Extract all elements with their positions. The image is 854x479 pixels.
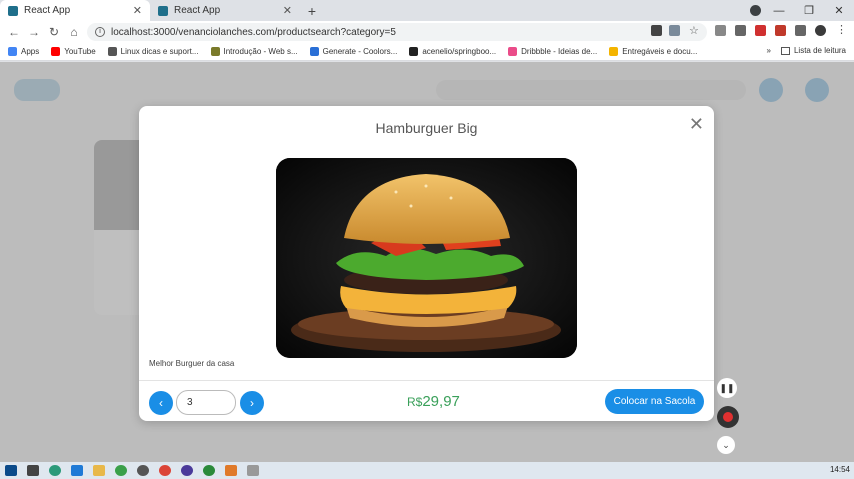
browser-tab-1[interactable]: React App ✕ <box>0 0 150 21</box>
window-controls: — ❐ ✕ <box>764 0 854 21</box>
pause-recording-button[interactable]: ❚❚ <box>717 378 737 398</box>
bookmark-drive[interactable]: Entregáveis e docu... <box>609 47 697 56</box>
back-icon[interactable]: ← <box>4 25 24 39</box>
app-icon[interactable] <box>247 465 259 476</box>
modal-footer: ‹ › R$29,97 Colocar na Sacola <box>139 380 714 421</box>
product-image <box>276 158 577 358</box>
bookmarks-right: » Lista de leitura <box>767 46 846 55</box>
file-explorer-icon[interactable] <box>93 465 105 476</box>
youtube-icon <box>51 47 61 56</box>
settings-icon[interactable] <box>137 465 149 476</box>
price-value: 29,97 <box>422 393 460 410</box>
edge-icon[interactable] <box>49 465 61 476</box>
browser-tab-2[interactable]: React App ✕ <box>150 0 300 21</box>
close-icon[interactable]: ✕ <box>689 114 704 135</box>
tab-title: React App <box>174 5 221 16</box>
more-bookmarks-icon[interactable]: » <box>767 46 771 55</box>
reload-icon[interactable]: ↻ <box>44 25 64 39</box>
drive-icon <box>609 47 619 56</box>
quantity-input[interactable] <box>176 390 236 415</box>
react-favicon-icon <box>158 5 168 16</box>
pause-icon: ❚❚ <box>719 382 735 393</box>
reading-list-link[interactable]: Lista de leitura <box>794 46 846 55</box>
menu-icon[interactable]: ⋮ <box>836 23 847 36</box>
puzzle-icon[interactable] <box>795 25 806 36</box>
minimize-icon[interactable]: — <box>764 5 794 17</box>
extension-icon[interactable] <box>755 25 766 36</box>
system-clock: 14:54 <box>829 465 850 474</box>
tab-title: React App <box>24 5 71 16</box>
reading-list-icon[interactable] <box>780 46 790 55</box>
bookmark-apps[interactable]: Apps <box>8 47 39 56</box>
bookmark-introducao[interactable]: Introdução - Web s... <box>210 47 298 56</box>
restore-icon[interactable]: ❐ <box>794 4 824 17</box>
taskbar: 14:54 <box>0 462 854 479</box>
product-title: Hamburguer Big <box>375 120 478 136</box>
product-modal: Hamburguer Big ✕ Melhor Burguer da casa … <box>139 106 714 421</box>
new-tab-button[interactable]: + <box>302 0 322 21</box>
tab-bar: React App ✕ React App ✕ + — ❐ ✕ <box>0 0 854 21</box>
vscode-icon[interactable] <box>71 465 83 476</box>
app-icon[interactable] <box>225 465 237 476</box>
price-currency: R$ <box>407 395 423 409</box>
decrease-quantity-button[interactable]: ‹ <box>149 391 173 415</box>
coolors-icon <box>309 47 319 56</box>
product-description: Melhor Burguer da casa <box>149 359 235 368</box>
record-icon <box>723 412 733 422</box>
react-favicon-icon <box>8 5 18 16</box>
bookmarks-bar: Apps YouTube Linux dicas e suport... Int… <box>0 43 854 61</box>
bookmark-linux[interactable]: Linux dicas e suport... <box>107 47 199 56</box>
site-info-icon[interactable]: i <box>95 27 105 37</box>
bookmark-star-icon[interactable]: ☆ <box>689 24 700 37</box>
close-tab-icon[interactable]: ✕ <box>133 4 142 17</box>
address-bar[interactable]: i localhost:3000/venanciolanches.com/pro… <box>87 23 707 41</box>
tab-search-icon[interactable] <box>750 5 761 16</box>
extension-icon[interactable] <box>775 25 786 36</box>
app-icon[interactable] <box>203 465 215 476</box>
camera-icon[interactable] <box>651 25 662 36</box>
extension-icon[interactable] <box>715 25 726 36</box>
product-price: R$29,97 <box>407 393 460 410</box>
github-icon <box>409 47 419 56</box>
increase-quantity-button[interactable]: › <box>240 391 264 415</box>
collapse-recorder-button[interactable]: ⌄ <box>717 436 735 454</box>
task-view-icon[interactable] <box>27 465 39 476</box>
stop-recording-button[interactable] <box>717 406 739 428</box>
linux-icon <box>107 47 117 56</box>
bookmark-dribbble[interactable]: Dribbble - Ideias de... <box>508 47 597 56</box>
bookmark-github[interactable]: acenelio/springboo... <box>409 47 496 56</box>
chrome-icon[interactable] <box>159 465 171 476</box>
dribbble-icon <box>508 47 518 56</box>
forward-icon[interactable]: → <box>24 25 44 39</box>
close-window-icon[interactable]: ✕ <box>824 4 854 17</box>
avatar[interactable] <box>815 25 826 36</box>
extension-icon[interactable] <box>735 25 746 36</box>
home-icon[interactable]: ⌂ <box>64 25 84 39</box>
url-text: localhost:3000/venanciolanches.com/produ… <box>111 26 396 38</box>
app-icon[interactable] <box>181 465 193 476</box>
windows-start-icon[interactable] <box>5 465 17 476</box>
app-icon[interactable] <box>115 465 127 476</box>
add-to-bag-button[interactable]: Colocar na Sacola <box>605 389 704 414</box>
bookmark-youtube[interactable]: YouTube <box>51 47 96 56</box>
site-icon <box>210 47 220 56</box>
translate-icon[interactable] <box>669 25 680 36</box>
chevron-down-icon: ⌄ <box>722 439 730 450</box>
apps-grid-icon <box>8 47 17 56</box>
close-tab-icon[interactable]: ✕ <box>283 4 292 17</box>
bookmark-coolors[interactable]: Generate - Coolors... <box>309 47 397 56</box>
